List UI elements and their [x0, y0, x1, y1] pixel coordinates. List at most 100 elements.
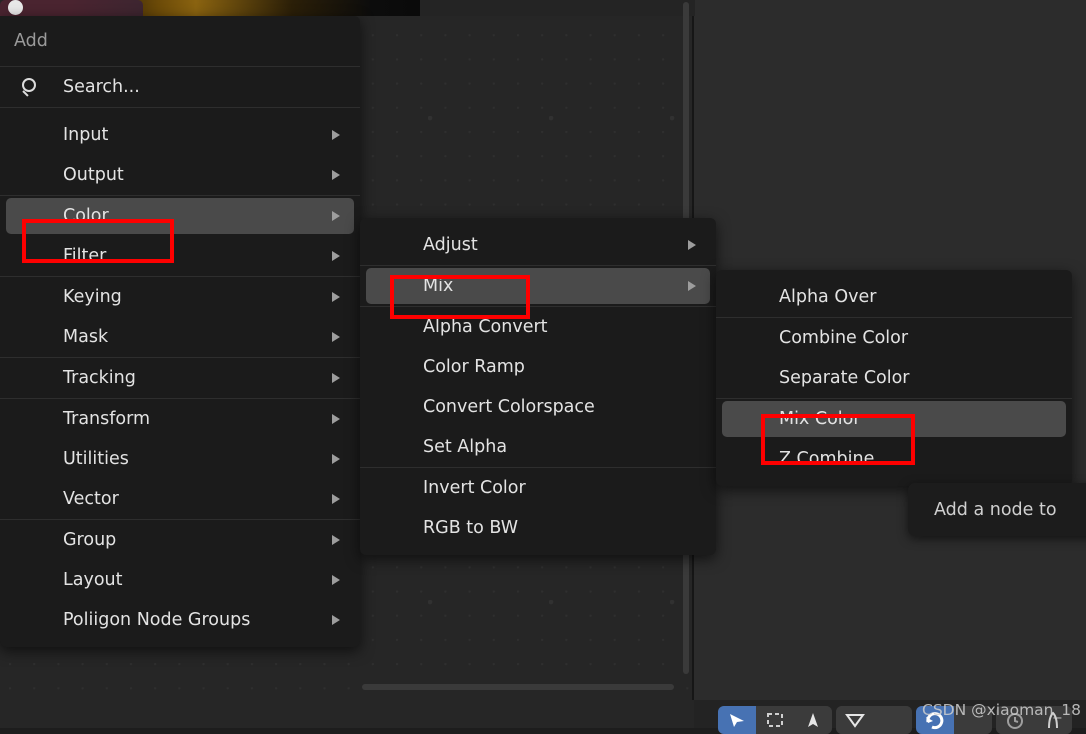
menu-item-label: Tracking	[63, 368, 136, 388]
menu-item-label: Utilities	[63, 449, 129, 469]
menu-padding	[716, 270, 1072, 277]
row-background	[6, 279, 354, 315]
add-menu-panel[interactable]: Add Search... Input Output Color Filter …	[0, 16, 360, 647]
menu-padding	[0, 640, 360, 647]
node-header-strip-dark	[420, 0, 695, 16]
menu-item-poliigon-node-groups[interactable]: Poliigon Node Groups	[0, 600, 360, 640]
menu-item-output[interactable]: Output	[0, 155, 360, 195]
color-submenu-panel[interactable]: Adjust Mix Alpha Convert Color Ramp Conv…	[360, 218, 716, 555]
chevron-right-icon	[332, 494, 340, 504]
row-background	[6, 117, 354, 153]
menu-item-mix-color[interactable]: Mix Color	[716, 399, 1072, 439]
links-cut-tool-button[interactable]	[836, 706, 874, 734]
menu-item-group[interactable]: Group	[0, 520, 360, 560]
menu-item-separate-color[interactable]: Separate Color	[716, 358, 1072, 398]
menu-item-label: Alpha Over	[779, 287, 877, 307]
funnel-icon	[844, 710, 866, 730]
menu-item-mix[interactable]: Mix	[360, 266, 716, 306]
select-tool-button[interactable]	[718, 706, 756, 734]
row-background	[6, 522, 354, 558]
menu-item-input[interactable]: Input	[0, 115, 360, 155]
menu-padding	[0, 108, 360, 115]
menu-item-adjust[interactable]: Adjust	[360, 225, 716, 265]
menu-item-utilities[interactable]: Utilities	[0, 439, 360, 479]
menu-item-label: Keying	[63, 287, 122, 307]
menu-item-set-alpha[interactable]: Set Alpha	[360, 427, 716, 467]
menu-item-transform[interactable]: Transform	[0, 399, 360, 439]
tooltip: Add a node to	[908, 483, 1086, 536]
chevron-right-icon	[332, 170, 340, 180]
horizontal-scrollbar[interactable]	[362, 684, 674, 690]
menu-item-tracking[interactable]: Tracking	[0, 358, 360, 398]
menu-item-search[interactable]: Search...	[0, 67, 360, 107]
menu-item-label: Alpha Convert	[423, 317, 548, 337]
menu-item-label: Set Alpha	[423, 437, 508, 457]
menu-item-label: Input	[63, 125, 109, 145]
row-background	[6, 401, 354, 437]
row-background	[6, 238, 354, 274]
menu-item-filter[interactable]: Filter	[0, 236, 360, 276]
row-background	[366, 510, 710, 546]
menu-item-combine-color[interactable]: Combine Color	[716, 318, 1072, 358]
menu-item-invert-color[interactable]: Invert Color	[360, 468, 716, 508]
select-box-tool-button[interactable]	[756, 706, 794, 734]
menu-item-label: Adjust	[423, 235, 478, 255]
row-background	[6, 157, 354, 193]
menu-item-mask[interactable]: Mask	[0, 317, 360, 357]
watermark: CSDN @xiaoman_18	[922, 701, 1081, 719]
row-background	[366, 470, 710, 506]
menu-item-z-combine[interactable]: Z Combine	[716, 439, 1072, 479]
menu-item-label: Color	[63, 206, 109, 226]
chevron-right-icon	[332, 535, 340, 545]
tooltip-text: Add a node to	[934, 499, 1057, 520]
toolbar-group-cut[interactable]	[836, 706, 912, 734]
chevron-right-icon	[688, 240, 696, 250]
menu-item-color-ramp[interactable]: Color Ramp	[360, 347, 716, 387]
chevron-right-icon	[332, 332, 340, 342]
tweak-tool-button[interactable]	[794, 706, 832, 734]
row-background	[6, 198, 354, 234]
menu-item-label: Output	[63, 165, 124, 185]
row-background	[722, 401, 1066, 437]
add-menu-title: Add	[14, 31, 48, 51]
menu-item-label: Transform	[63, 409, 151, 429]
menu-item-rgb-to-bw[interactable]: RGB to BW	[360, 508, 716, 548]
menu-item-label: Layout	[63, 570, 123, 590]
toolbar-group-select[interactable]	[718, 706, 832, 734]
menu-item-label: Filter	[63, 246, 107, 266]
row-background	[366, 268, 710, 304]
menu-item-label: Group	[63, 530, 117, 550]
menu-item-label: Mix	[423, 276, 454, 296]
menu-item-label: Combine Color	[779, 328, 909, 348]
row-background	[6, 360, 354, 396]
menu-item-label: Convert Colorspace	[423, 397, 595, 417]
menu-item-layout[interactable]: Layout	[0, 560, 360, 600]
row-background	[6, 481, 354, 517]
row-background	[722, 441, 1066, 477]
row-background	[366, 349, 710, 385]
menu-item-vector[interactable]: Vector	[0, 479, 360, 519]
menu-item-label: Mix Color	[779, 409, 861, 429]
node-socket-icon	[8, 0, 23, 15]
menu-item-label: Vector	[63, 489, 119, 509]
menu-item-label: RGB to BW	[423, 518, 519, 538]
menu-item-convert-colorspace[interactable]: Convert Colorspace	[360, 387, 716, 427]
chevron-right-icon	[688, 281, 696, 291]
chevron-right-icon	[332, 575, 340, 585]
menu-item-label: Invert Color	[423, 478, 526, 498]
chevron-right-icon	[332, 373, 340, 383]
node-header-fragment[interactable]	[0, 0, 143, 16]
chevron-right-icon	[332, 211, 340, 221]
links-cut-tool-button-b[interactable]	[874, 706, 912, 734]
menu-padding	[360, 548, 716, 555]
menu-item-alpha-over[interactable]: Alpha Over	[716, 277, 1072, 317]
row-background	[722, 279, 1066, 315]
mix-submenu-panel[interactable]: Alpha Over Combine Color Separate Color …	[716, 270, 1072, 486]
menu-item-alpha-convert[interactable]: Alpha Convert	[360, 307, 716, 347]
menu-item-keying[interactable]: Keying	[0, 277, 360, 317]
chevron-right-icon	[332, 251, 340, 261]
chevron-right-icon	[332, 615, 340, 625]
node-header-strip	[100, 0, 420, 16]
menu-item-color[interactable]: Color	[0, 196, 360, 236]
row-background	[6, 319, 354, 355]
